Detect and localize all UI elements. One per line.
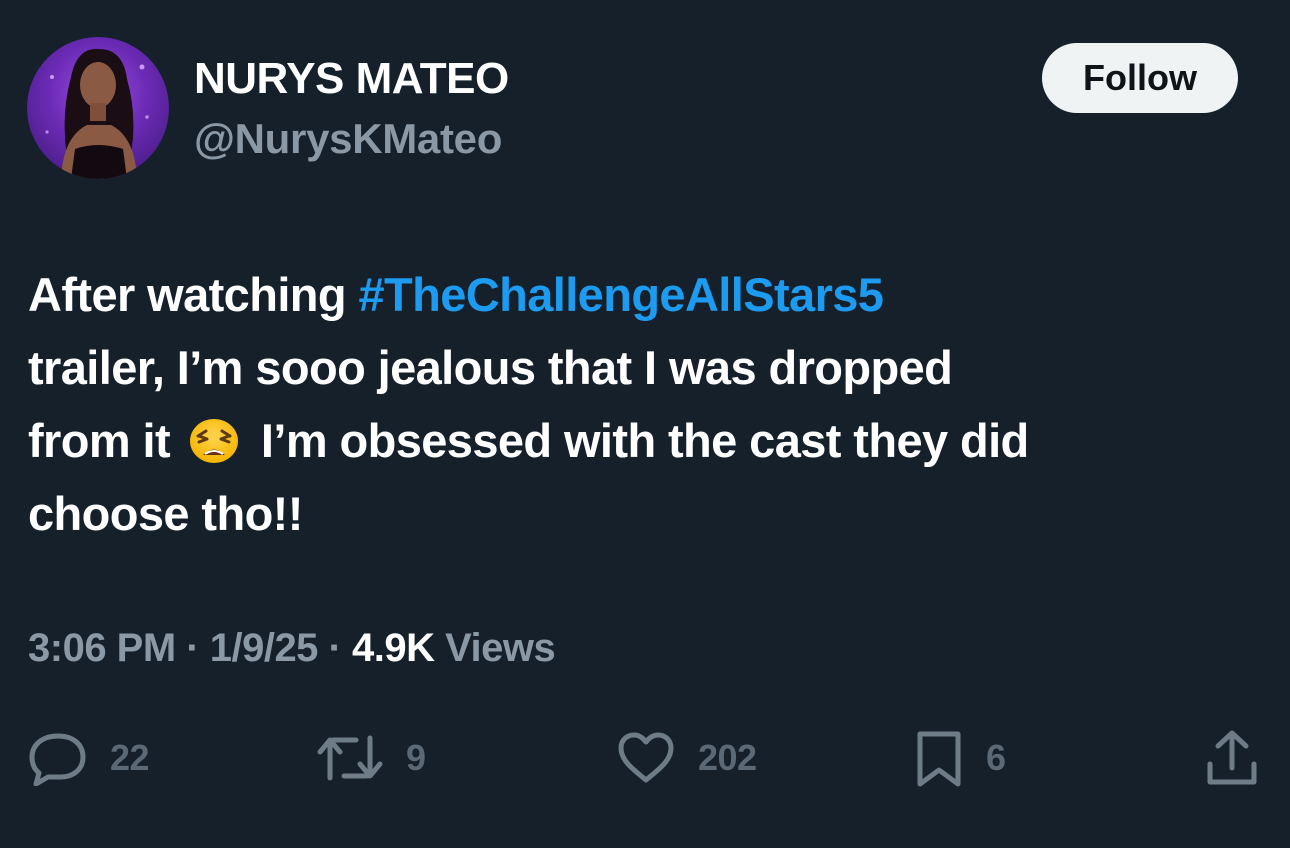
retweet-count: 9 bbox=[406, 737, 426, 778]
display-name[interactable]: NURYS MATEO bbox=[194, 54, 509, 104]
like-button[interactable]: 202 bbox=[616, 726, 757, 790]
views-count: 4.9K bbox=[351, 626, 435, 670]
meta-separator: · bbox=[175, 626, 210, 670]
reply-button[interactable]: 22 bbox=[28, 726, 150, 790]
hashtag-link[interactable]: #TheChallengeAllStars5 bbox=[358, 268, 883, 321]
retweet-button[interactable]: 9 bbox=[316, 726, 426, 790]
tweet-text-segment: choose tho!! bbox=[28, 487, 303, 540]
views-label: Views bbox=[434, 626, 556, 670]
meta-separator: · bbox=[317, 626, 352, 670]
like-count: 202 bbox=[698, 737, 757, 778]
reply-count: 22 bbox=[110, 737, 150, 778]
tweet-text-segment: trailer, I’m sooo jealous that I was dro… bbox=[28, 341, 953, 394]
tweet-meta: 3:06 PM · 1/9/25 · 4.9K Views bbox=[28, 626, 556, 671]
weary-face-emoji bbox=[190, 419, 239, 463]
tweet-text-segment: from it bbox=[28, 414, 183, 467]
tweet-date[interactable]: 1/9/25 bbox=[210, 626, 319, 670]
tweet-text: After watching #TheChallengeAllStars5 tr… bbox=[28, 258, 1258, 550]
bookmark-icon bbox=[917, 731, 961, 787]
tweet-card: NURYS MATEO @NurysKMateo Follow After wa… bbox=[0, 0, 1290, 848]
reply-icon bbox=[29, 733, 86, 786]
user-handle[interactable]: @NurysKMateo bbox=[194, 115, 502, 163]
bookmark-count: 6 bbox=[986, 737, 1006, 778]
bookmark-button[interactable]: 6 bbox=[914, 726, 1006, 790]
tweet-text-segment: I’m obsessed with the cast they did bbox=[248, 414, 1029, 467]
share-button[interactable] bbox=[1204, 726, 1260, 790]
avatar[interactable] bbox=[27, 37, 169, 179]
share-icon bbox=[1207, 730, 1257, 785]
follow-button[interactable]: Follow bbox=[1042, 43, 1238, 113]
retweet-icon bbox=[317, 735, 383, 781]
tweet-text-segment: After watching bbox=[28, 268, 359, 321]
action-bar: 22 9 202 6 bbox=[0, 726, 1290, 790]
heart-icon bbox=[618, 732, 674, 783]
tweet-time[interactable]: 3:06 PM bbox=[28, 626, 176, 670]
